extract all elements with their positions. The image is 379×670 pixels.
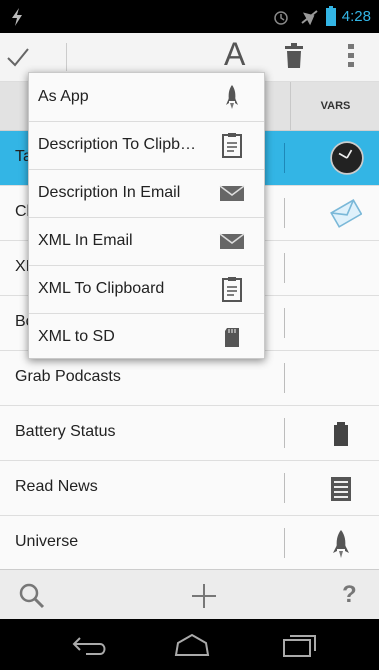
battery-status-icon xyxy=(326,6,336,26)
bottom-toolbar: ? xyxy=(0,569,379,620)
navigation-bar xyxy=(0,619,379,670)
list-item-label: Battery Status xyxy=(15,423,116,440)
list-item[interactable]: Read News xyxy=(0,461,379,516)
actionbar-divider xyxy=(66,43,67,71)
email-icon xyxy=(219,233,245,249)
email-icon xyxy=(219,185,245,201)
list-item[interactable]: Battery Status xyxy=(0,406,379,461)
font-a-button[interactable]: A xyxy=(224,36,245,73)
rocket-icon xyxy=(226,85,238,109)
status-bar: 4:28 xyxy=(0,0,379,33)
menu-item-label: XML To Clipboard xyxy=(38,280,165,297)
menu-item-xml-to-sd[interactable]: XML to SD xyxy=(29,313,264,361)
row-divider xyxy=(284,473,285,503)
clipboard-icon xyxy=(222,277,242,302)
overflow-menu-icon[interactable] xyxy=(348,44,354,68)
menu-item-xml-to-clipboard[interactable]: XML To Clipboard xyxy=(29,265,264,314)
trash-icon[interactable] xyxy=(284,43,304,69)
menu-item-xml-in-email[interactable]: XML In Email xyxy=(29,217,264,266)
lightning-icon xyxy=(12,8,22,26)
alarm-icon xyxy=(274,11,288,25)
battery-icon xyxy=(334,422,348,446)
home-icon[interactable] xyxy=(172,633,212,657)
row-divider xyxy=(284,253,285,283)
rocket-icon xyxy=(333,530,349,558)
row-divider xyxy=(284,528,285,558)
clock-time: 4:28 xyxy=(341,8,371,25)
row-divider xyxy=(284,308,285,338)
menu-item-label: As App xyxy=(38,88,89,105)
export-menu: As App Description To Clipb… Description… xyxy=(28,72,265,359)
row-divider xyxy=(284,198,285,228)
add-icon[interactable] xyxy=(190,582,218,610)
sdcard-icon xyxy=(225,328,239,347)
list-item-label: Grab Podcasts xyxy=(15,368,121,385)
tab-vars[interactable]: VARS xyxy=(290,82,379,130)
list-item-label: Universe xyxy=(15,533,79,550)
back-icon[interactable] xyxy=(72,635,110,657)
search-icon[interactable] xyxy=(18,582,46,610)
row-divider xyxy=(284,143,285,173)
airplane-icon xyxy=(301,10,318,26)
clipboard-icon xyxy=(222,133,242,158)
row-divider xyxy=(284,418,285,448)
menu-item-description-in-email[interactable]: Description In Email xyxy=(29,169,264,218)
list-item[interactable]: Universe xyxy=(0,516,379,571)
recent-apps-icon[interactable] xyxy=(282,633,318,657)
help-button[interactable]: ? xyxy=(342,581,357,609)
checkmark-icon[interactable] xyxy=(6,46,30,68)
list-item-label: Read News xyxy=(15,478,98,495)
envelope-icon xyxy=(330,199,362,228)
row-divider xyxy=(284,363,285,393)
news-icon xyxy=(331,477,351,501)
menu-item-as-app[interactable]: As App xyxy=(29,73,264,122)
menu-item-label: XML In Email xyxy=(38,232,133,249)
menu-item-description-to-clipboard[interactable]: Description To Clipb… xyxy=(29,121,264,170)
menu-item-label: Description In Email xyxy=(38,184,181,201)
menu-item-label: XML to SD xyxy=(38,328,115,345)
menu-item-label: Description To Clipb… xyxy=(38,136,196,153)
clock-icon xyxy=(330,141,364,175)
